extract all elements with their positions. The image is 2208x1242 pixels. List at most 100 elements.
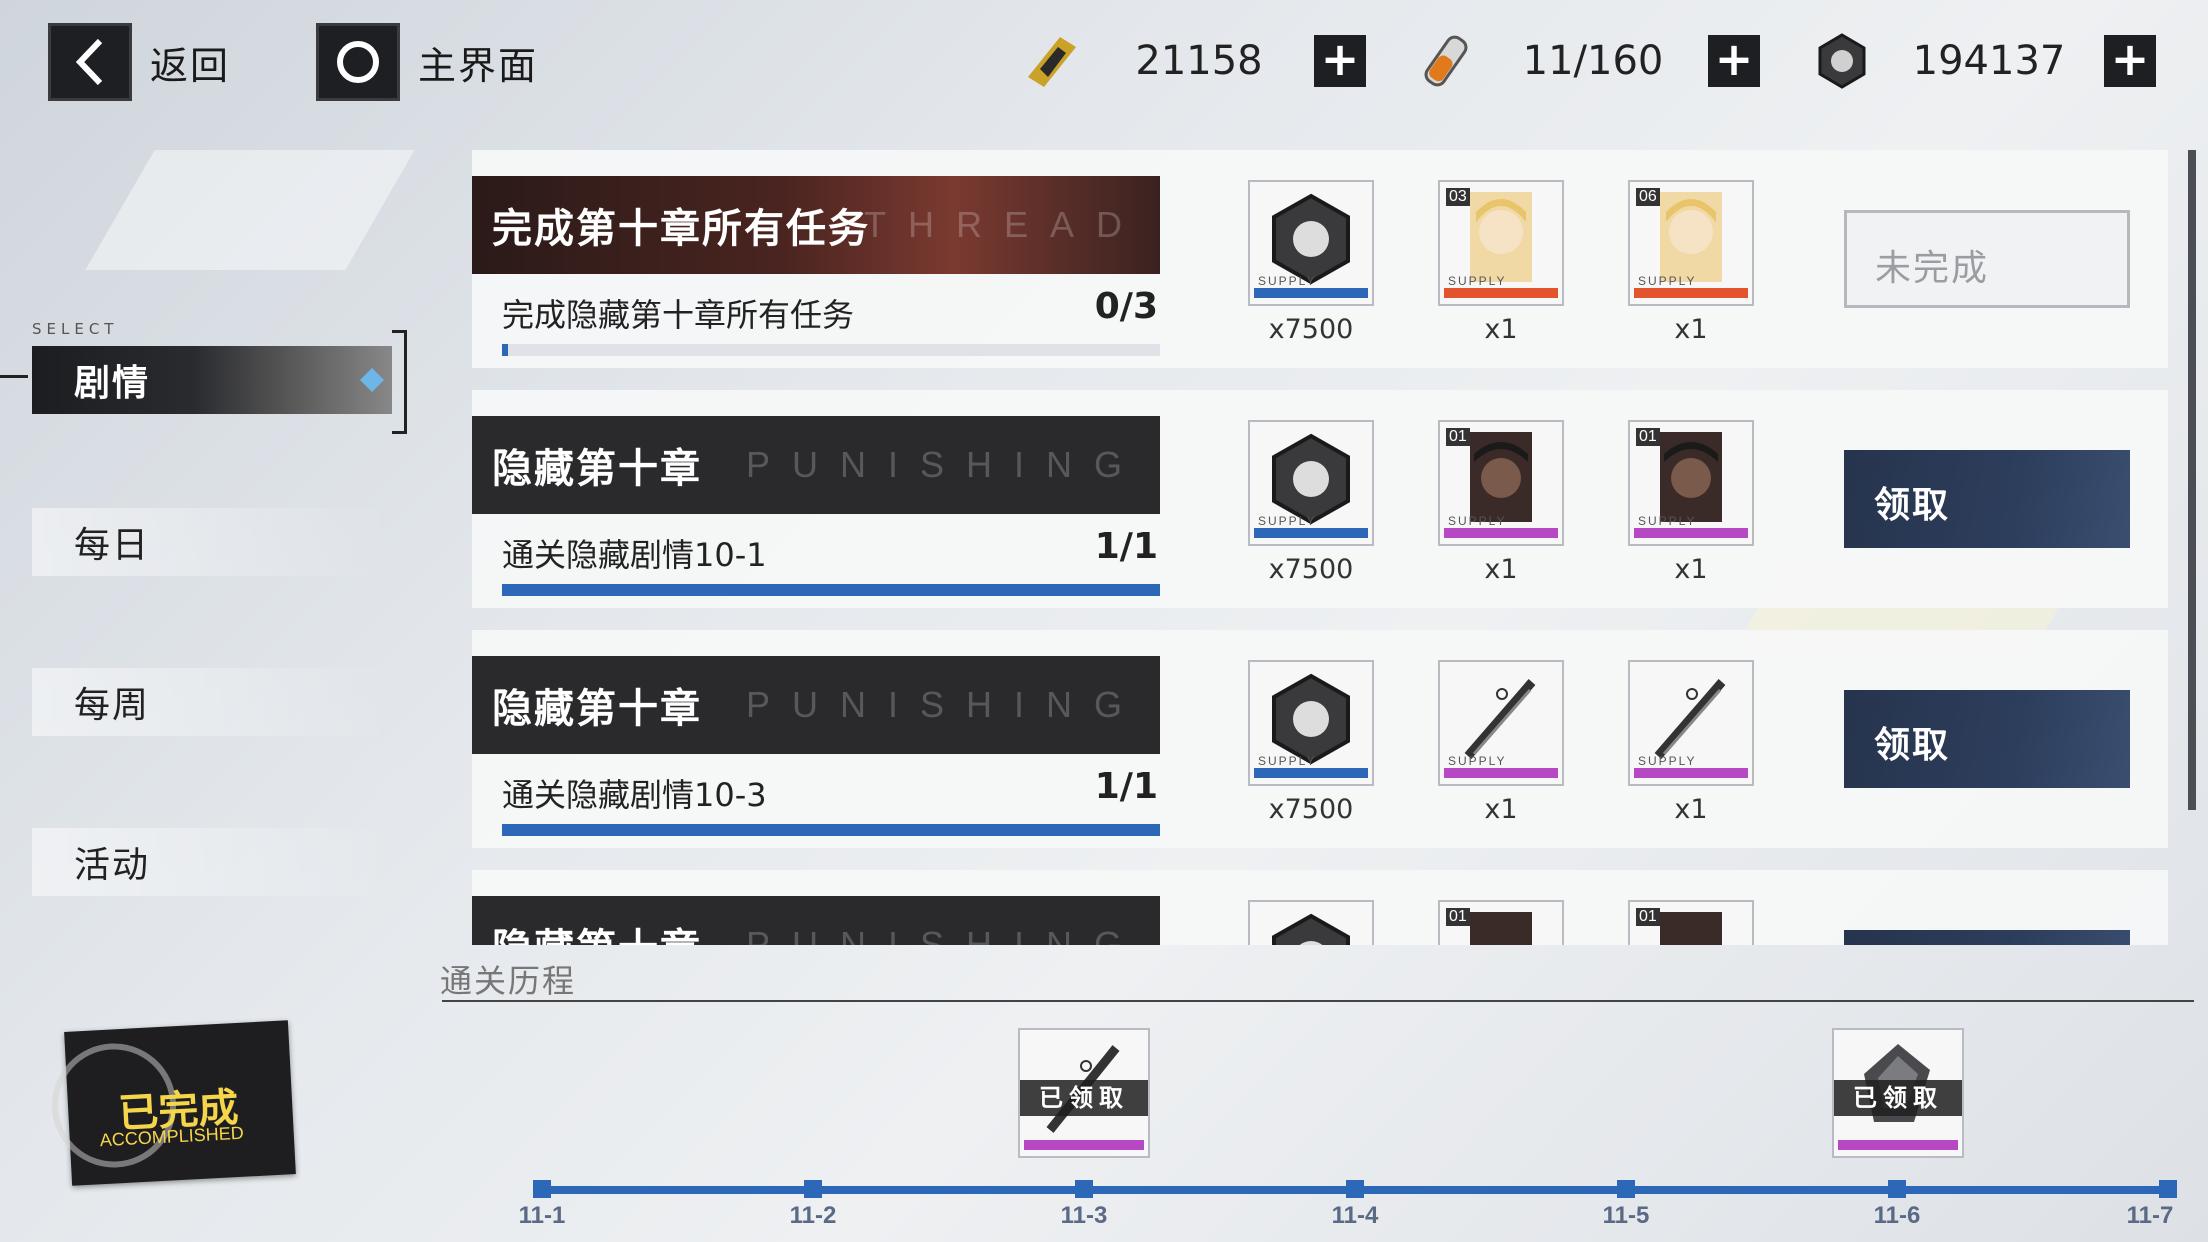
reward-quantity: x1: [1484, 314, 1518, 345]
reward-item[interactable]: 06 SUPPLY: [1628, 180, 1754, 306]
task-description: 通关隐藏剧情10-3: [502, 776, 767, 814]
claim-button[interactable]: [1844, 930, 2130, 945]
task-banner: 隐藏第十章 PUNISHING: [472, 896, 1160, 945]
tab-event-label: 活动: [74, 845, 151, 886]
select-label: SELECT: [32, 320, 119, 338]
task-progress: 0/3: [1094, 286, 1158, 327]
reward-item[interactable]: 01: [1438, 900, 1564, 945]
task-list[interactable]: 完成第十章所有任务 THREAD 完成隐藏第十章所有任务 0/3 SUPPLY …: [472, 150, 2168, 945]
reward-quantity: x1: [1674, 554, 1708, 585]
tab-event[interactable]: 活动: [32, 828, 392, 896]
task-card: 隐藏第十章 PUNISHING 01 01: [472, 870, 2168, 945]
claimed-label: 已领取: [1020, 1080, 1148, 1116]
tab-weekly[interactable]: 每周: [32, 668, 392, 736]
background-shard: [85, 150, 415, 270]
reward-quantity: x7500: [1268, 314, 1354, 345]
resource-gold: 21158 +: [1020, 28, 1366, 94]
tab-daily-label: 每日: [74, 525, 151, 566]
home-label: 主界面: [418, 43, 539, 88]
tab-daily[interactable]: 每日: [32, 508, 392, 576]
claimed-label: 已领取: [1834, 1080, 1962, 1116]
back-label: 返回: [150, 43, 231, 88]
task-title: 隐藏第十章: [492, 916, 702, 945]
task-progress-bar: [502, 584, 1160, 596]
incomplete-button-label: 未完成: [1875, 248, 1990, 289]
timeline-label: 11-4: [1331, 1202, 1379, 1229]
timeline-label: 11-2: [789, 1202, 837, 1229]
add-stamina-button[interactable]: +: [1708, 35, 1760, 87]
reward-item[interactable]: SUPPLY: [1628, 660, 1754, 786]
claim-button-label: 领取: [1874, 725, 1951, 766]
reward-quantity: x1: [1484, 554, 1518, 585]
diamond-icon: [360, 368, 384, 392]
reward-item[interactable]: [1248, 900, 1374, 945]
timeline-label: 11-6: [1873, 1202, 1921, 1229]
task-banner: 完成第十章所有任务 THREAD: [472, 176, 1160, 274]
card-number: 01: [1446, 428, 1470, 446]
task-progress-fill: [502, 584, 1160, 596]
timeline-node: [804, 1180, 822, 1198]
tab-story-label: 剧情: [74, 363, 151, 404]
circle-home-icon: [316, 23, 400, 101]
resource-gold-value: 21158: [1135, 38, 1263, 84]
hex-nut-icon: [1818, 33, 1866, 89]
reward-quantity: x7500: [1268, 794, 1354, 825]
milestone-reward[interactable]: 已领取: [1018, 1028, 1150, 1158]
card-number: 01: [1636, 428, 1660, 446]
reward-quantity: x7500: [1268, 554, 1354, 585]
task-list-scrollbar[interactable]: [2188, 150, 2196, 810]
claim-button-label: 领取: [1874, 485, 1951, 526]
claim-button[interactable]: 领取: [1844, 690, 2130, 788]
task-banner-deco: PUNISHING: [745, 684, 1144, 725]
gold-ticket-icon: [1028, 37, 1076, 87]
task-title: 隐藏第十章: [492, 686, 702, 732]
resource-nut: 194137 +: [1810, 28, 2156, 94]
task-progress: 1/1: [1094, 526, 1158, 567]
reward-item[interactable]: 03 SUPPLY: [1438, 180, 1564, 306]
resource-nut-value: 194137: [1912, 38, 2066, 84]
reward-item[interactable]: 01 SUPPLY: [1628, 420, 1754, 546]
back-button[interactable]: 返回: [48, 23, 230, 101]
task-banner-deco: THREAD: [863, 204, 1144, 245]
timeline-node: [2159, 1180, 2177, 1198]
task-banner-deco: PUNISHING: [745, 444, 1144, 485]
task-card: 隐藏第十章 PUNISHING 通关隐藏剧情10-3 1/1 SUPPLY x7…: [472, 630, 2168, 848]
add-nut-button[interactable]: +: [2104, 35, 2156, 87]
task-card: 完成第十章所有任务 THREAD 完成隐藏第十章所有任务 0/3 SUPPLY …: [472, 150, 2168, 368]
reward-item[interactable]: 01 SUPPLY: [1438, 420, 1564, 546]
milestone-reward[interactable]: 已领取: [1832, 1028, 1964, 1158]
task-banner-deco: PUNISHING: [745, 924, 1144, 945]
card-number: 03: [1446, 188, 1470, 206]
reward-item[interactable]: 01: [1628, 900, 1754, 945]
incomplete-button: 未完成: [1844, 210, 2130, 308]
clear-history-title: 通关历程: [440, 962, 577, 1000]
resource-stamina-value: 11/160: [1522, 38, 1664, 84]
reward-item[interactable]: SUPPLY: [1248, 420, 1374, 546]
hex-nut-icon: [1272, 913, 1350, 945]
reward-quantity: x1: [1484, 794, 1518, 825]
home-button[interactable]: 主界面: [316, 23, 538, 101]
stamina-tube-icon: [1424, 35, 1468, 87]
selection-pointer: [0, 375, 28, 378]
task-banner: 隐藏第十章 PUNISHING: [472, 656, 1160, 754]
timeline-node: [1888, 1180, 1906, 1198]
reward-item[interactable]: SUPPLY: [1438, 660, 1564, 786]
divider: [442, 1000, 2194, 1002]
tab-story[interactable]: 剧情: [32, 346, 392, 414]
task-card: 隐藏第十章 PUNISHING 通关隐藏剧情10-1 1/1 SUPPLY x7…: [472, 390, 2168, 608]
task-title: 隐藏第十章: [492, 446, 702, 492]
task-description: 通关隐藏剧情10-1: [502, 536, 767, 574]
reward-item[interactable]: SUPPLY: [1248, 180, 1374, 306]
timeline-label: 11-7: [2126, 1202, 2174, 1229]
accomplished-badge: 已完成 ACCOMPLISHED: [48, 1020, 296, 1186]
timeline-label: 11-1: [518, 1202, 566, 1229]
task-title: 完成第十章所有任务: [492, 206, 870, 252]
scrollbar-thumb[interactable]: [2188, 150, 2196, 810]
timeline-label: 11-3: [1060, 1202, 1108, 1229]
card-number: 06: [1636, 188, 1660, 206]
add-gold-button[interactable]: +: [1314, 35, 1366, 87]
task-banner: 隐藏第十章 PUNISHING: [472, 416, 1160, 514]
claim-button[interactable]: 领取: [1844, 450, 2130, 548]
reward-item[interactable]: SUPPLY: [1248, 660, 1374, 786]
card-number: 01: [1446, 908, 1470, 926]
